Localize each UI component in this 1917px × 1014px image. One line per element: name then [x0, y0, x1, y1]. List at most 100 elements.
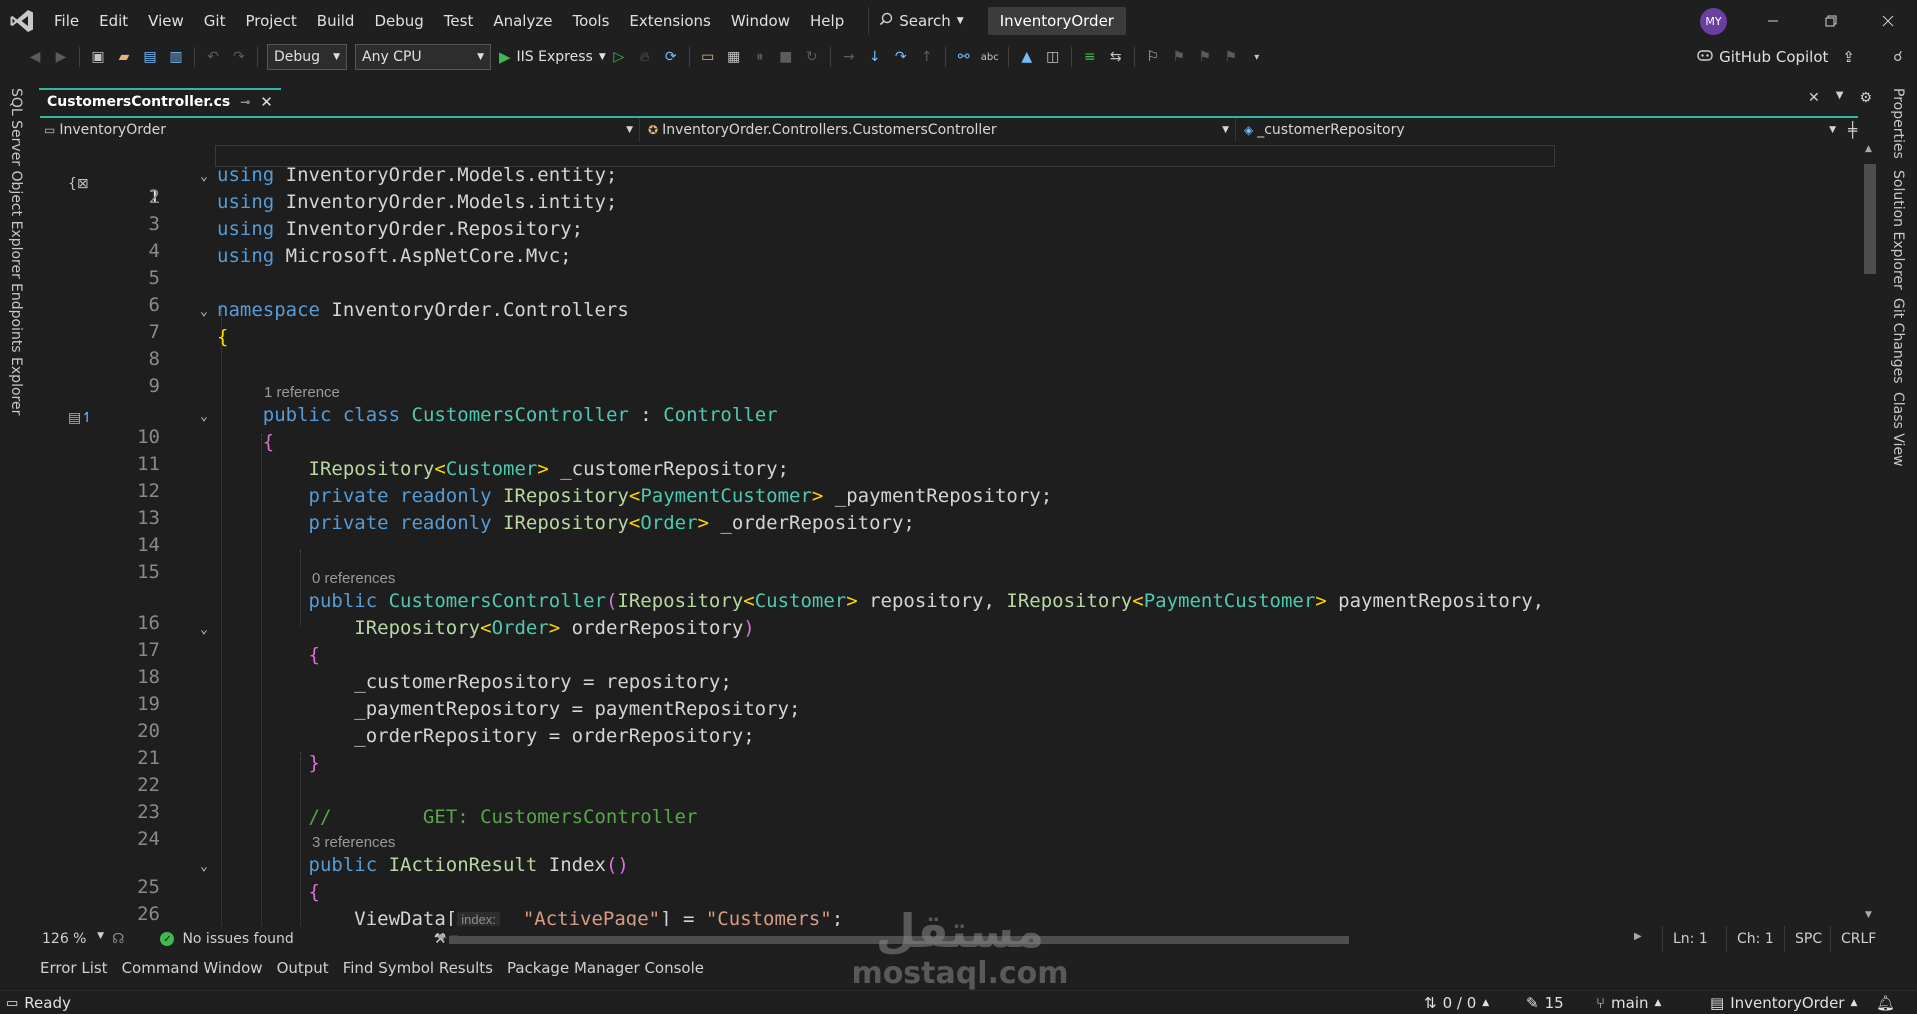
menu-tools[interactable]: Tools — [562, 0, 619, 42]
navigate-back-icon[interactable]: ◀ — [23, 45, 47, 69]
restore-button[interactable] — [1802, 0, 1860, 42]
tab-command-window[interactable]: Command Window — [116, 959, 269, 977]
scroll-down-icon[interactable]: ▼ — [1865, 910, 1872, 920]
previous-bookmark-icon[interactable]: ⚑ — [1167, 45, 1191, 69]
issues-indicator[interactable]: ✓ No issues found — [160, 931, 294, 947]
avatar[interactable]: MY — [1700, 8, 1727, 35]
diagnostics-icon[interactable]: ⚯ — [952, 45, 976, 69]
fold-chevron-icon[interactable]: ⌄ — [200, 409, 212, 424]
open-folder-icon[interactable]: ▰ — [112, 45, 136, 69]
tab-package-manager-console[interactable]: Package Manager Console — [501, 959, 710, 977]
project-dropdown[interactable]: ▭ InventoryOrder ▼ — [40, 118, 640, 142]
menu-window[interactable]: Window — [721, 0, 800, 42]
tab-error-list[interactable]: Error List — [34, 959, 114, 977]
hot-reload-icon[interactable]: 🔥︎ — [633, 45, 657, 69]
fold-chevron-icon[interactable]: ⌄ — [200, 169, 212, 184]
select-element-icon[interactable]: ▲ — [1015, 45, 1039, 69]
scroll-up-icon[interactable]: ▲ — [1865, 144, 1872, 154]
repository-indicator[interactable]: ▤ InventoryOrder ▲ — [1710, 991, 1857, 1014]
line-ending-indicator[interactable]: CRLF — [1830, 926, 1886, 952]
branch-indicator[interactable]: ⑂ main ▲ — [1596, 991, 1661, 1014]
bookmark-icon[interactable]: ⚐ — [1141, 45, 1165, 69]
notifications-icon[interactable]: 🔔︎ — [1876, 991, 1895, 1014]
vertical-scrollbar[interactable]: ▲ ▼ — [1858, 142, 1882, 926]
class-view-tab[interactable]: Class View — [1890, 392, 1906, 467]
vertical-scrollbar-thumb[interactable] — [1864, 164, 1876, 274]
layout-icon[interactable]: ▦ — [722, 45, 746, 69]
whitespace-indicator[interactable]: SPC — [1784, 926, 1832, 952]
navigate-forward-icon[interactable]: ▶ — [49, 45, 73, 69]
start-without-debugging-icon[interactable]: ▷ — [607, 45, 631, 69]
share-icon[interactable]: ⇪ — [1842, 48, 1855, 66]
close-icon[interactable]: ✕ — [260, 93, 273, 111]
step-into-icon[interactable]: ↓ — [863, 45, 887, 69]
fold-chevron-icon[interactable]: ⌄ — [200, 622, 212, 637]
solution-name-badge[interactable]: InventoryOrder — [987, 7, 1126, 35]
start-debugging-button[interactable]: ▶ IIS Express ▼ — [499, 48, 606, 66]
show-next-statement-icon[interactable]: → — [837, 45, 861, 69]
sql-server-object-explorer-tab[interactable]: SQL Server Object Explorer — [8, 88, 24, 279]
menu-analyze[interactable]: Analyze — [483, 0, 562, 42]
member-dropdown[interactable]: ◈ _customerRepository ▼ — [1236, 118, 1842, 142]
scroll-right-icon[interactable]: ▶ — [1634, 931, 1642, 942]
copilot-status-icon[interactable]: ☊ — [112, 931, 124, 947]
git-changes-tab[interactable]: Git Changes — [1890, 298, 1906, 384]
tab-find-symbol-results[interactable]: Find Symbol Results — [337, 959, 499, 977]
split-editor-icon[interactable]: ╪ — [1848, 121, 1857, 139]
column-indicator[interactable]: Ch: 1 — [1726, 926, 1784, 952]
indent-icon[interactable]: ≡ — [1078, 45, 1102, 69]
search-box[interactable]: Search ▼ — [868, 7, 973, 35]
code-lens-references[interactable]: 1 reference — [264, 384, 340, 404]
next-bookmark-icon[interactable]: ⚑ — [1193, 45, 1217, 69]
menu-git[interactable]: Git — [194, 0, 236, 42]
save-icon[interactable]: ▤ — [138, 45, 162, 69]
configuration-dropdown[interactable]: Debug ▼ — [267, 44, 347, 70]
step-out-icon[interactable]: ↑ — [915, 45, 939, 69]
line-indicator[interactable]: Ln: 1 — [1662, 926, 1718, 952]
step-over-icon[interactable]: ↷ — [889, 45, 913, 69]
menu-view[interactable]: View — [138, 0, 194, 42]
type-dropdown[interactable]: ✪ InventoryOrder.Controllers.CustomersCo… — [640, 118, 1236, 142]
pin-icon[interactable]: ⊸ — [240, 95, 250, 109]
menu-project[interactable]: Project — [235, 0, 306, 42]
comment-icon[interactable]: ⇆ — [1104, 45, 1128, 69]
solution-explorer-tab[interactable]: Solution Explorer — [1890, 170, 1906, 290]
stop-icon[interactable]: ■ — [774, 45, 798, 69]
code-editor[interactable]: {⊠ ▤↿ 1 2 ⌄ using InventoryOrder.Models.… — [40, 142, 1858, 926]
clear-bookmarks-icon[interactable]: ⚑ — [1219, 45, 1243, 69]
scroll-left-icon[interactable]: ◀ — [436, 931, 444, 942]
menu-file[interactable]: File — [44, 0, 89, 42]
code-lens-references[interactable]: 3 references — [312, 834, 395, 854]
properties-tab[interactable]: Properties — [1890, 88, 1906, 159]
zoom-dropdown[interactable]: 126 % ▼ — [34, 931, 112, 947]
toolbar-overflow-icon[interactable]: ▾ — [1245, 45, 1269, 69]
fold-chevron-icon[interactable]: ⌄ — [200, 859, 212, 874]
document-tab[interactable]: CustomersController.cs ⊸ ✕ — [39, 88, 281, 114]
new-project-icon[interactable]: ▣ — [86, 45, 110, 69]
pause-icon[interactable]: ⏸︎ — [748, 45, 772, 69]
changes-indicator[interactable]: ✎ 15 — [1526, 991, 1564, 1014]
platform-dropdown[interactable]: Any CPU ▼ — [355, 44, 491, 70]
commits-indicator[interactable]: ⇅ 0 / 0 ▲ — [1424, 991, 1489, 1014]
tab-list-dropdown-icon[interactable]: ▼ — [1836, 90, 1844, 106]
feedback-icon[interactable]: ☌ — [1886, 45, 1910, 69]
fold-chevron-icon[interactable]: ⌄ — [200, 304, 212, 319]
restart-icon[interactable]: ↻ — [800, 45, 824, 69]
close-window-button[interactable] — [1859, 0, 1917, 42]
menu-build[interactable]: Build — [307, 0, 365, 42]
close-all-tabs-icon[interactable]: ✕ — [1808, 90, 1820, 106]
menu-debug[interactable]: Debug — [364, 0, 433, 42]
menu-edit[interactable]: Edit — [89, 0, 138, 42]
tab-output[interactable]: Output — [271, 959, 335, 977]
spell-check-icon[interactable]: abc — [978, 45, 1002, 69]
refresh-icon[interactable]: ⟳ — [659, 45, 683, 69]
save-all-icon[interactable]: ▥ — [164, 45, 188, 69]
minimize-button[interactable] — [1744, 0, 1802, 42]
menu-help[interactable]: Help — [800, 0, 854, 42]
code-lens-references[interactable]: 0 references — [312, 570, 395, 590]
github-copilot-button[interactable]: GitHub Copilot ⇪ — [1697, 42, 1855, 72]
browse-folder-icon[interactable]: ▭ — [696, 45, 720, 69]
menu-test[interactable]: Test — [434, 0, 484, 42]
compare-icon[interactable]: ◫ — [1041, 45, 1065, 69]
redo-icon[interactable]: ↷ — [227, 45, 251, 69]
